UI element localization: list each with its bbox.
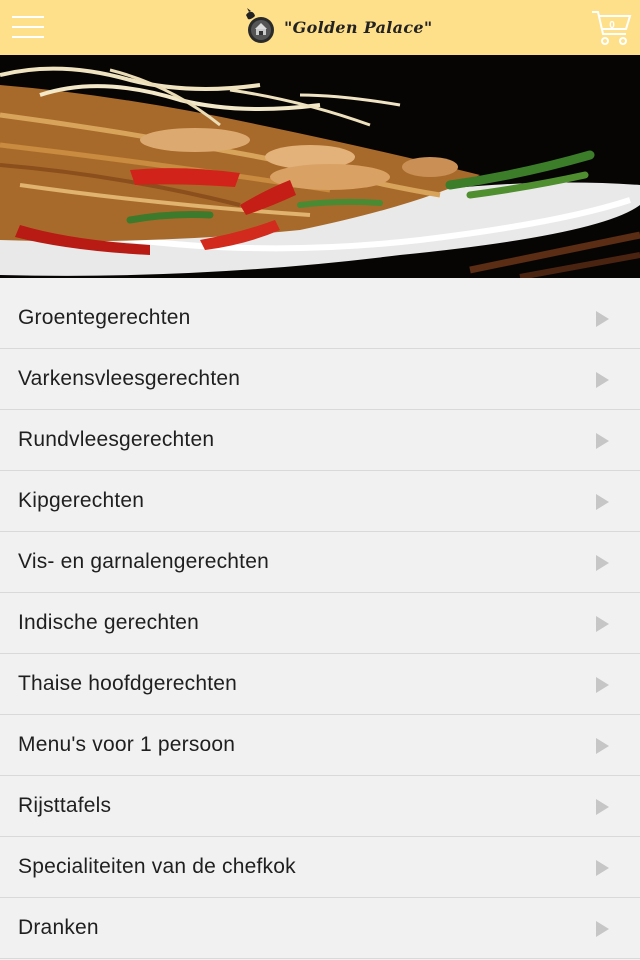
category-label: Vis- en garnalengerechten: [18, 550, 269, 573]
cart-count-badge: 0: [609, 20, 615, 31]
chevron-right-icon: [596, 494, 609, 510]
menu-bar: [12, 36, 44, 38]
category-label: Rijsttafels: [18, 794, 112, 817]
category-row-indische-gerechten[interactable]: Indische gerechten: [0, 593, 640, 654]
chevron-right-icon: [596, 738, 609, 754]
category-row-groentegerechten[interactable]: Groentegerechten: [0, 288, 640, 349]
chevron-right-icon: [596, 799, 609, 815]
category-row-kipgerechten[interactable]: Kipgerechten: [0, 471, 640, 532]
category-label: Dranken: [18, 916, 99, 939]
noodle-dish-illustration: [0, 55, 640, 278]
category-label: Indische gerechten: [18, 611, 200, 634]
category-row-varkensvleesgerechten[interactable]: Varkensvleesgerechten: [0, 349, 640, 410]
chevron-right-icon: [596, 921, 609, 937]
chevron-right-icon: [596, 555, 609, 571]
category-row-vis-en-garnalengerechten[interactable]: Vis- en garnalengerechten: [0, 532, 640, 593]
menu-bar: [12, 16, 44, 18]
chevron-right-icon: [596, 311, 609, 327]
category-label: Thaise hoofdgerechten: [18, 672, 238, 695]
shopping-cart-button[interactable]: 0: [590, 8, 634, 48]
category-row-specialiteiten-van-de-chefkok[interactable]: Specialiteiten van de chefkok: [0, 837, 640, 898]
category-row-rundvleesgerechten[interactable]: Rundvleesgerechten: [0, 410, 640, 471]
category-label: Kipgerechten: [18, 489, 145, 512]
category-row-menus-voor-1-persoon[interactable]: Menu's voor 1 persoon: [0, 715, 640, 776]
chevron-right-icon: [596, 433, 609, 449]
category-row-dranken[interactable]: Dranken: [0, 898, 640, 959]
chevron-right-icon: [596, 860, 609, 876]
menu-category-list: Groentegerechten Varkensvleesgerechten R…: [0, 288, 640, 959]
palace-emblem-icon: [246, 8, 274, 43]
category-row-rijsttafels[interactable]: Rijsttafels: [0, 776, 640, 837]
category-label: Varkensvleesgerechten: [18, 367, 241, 390]
app-header: "Golden Palace" 0: [0, 0, 640, 55]
chevron-right-icon: [596, 372, 609, 388]
menu-bar: [12, 26, 44, 28]
chevron-right-icon: [596, 677, 609, 693]
brand-name: "Golden Palace": [284, 17, 433, 37]
hero-food-image: [0, 55, 640, 278]
category-label: Menu's voor 1 persoon: [18, 733, 236, 756]
chevron-right-icon: [596, 616, 609, 632]
category-label: Groentegerechten: [18, 306, 191, 329]
brand-logo[interactable]: "Golden Palace": [240, 7, 433, 47]
hamburger-menu-button[interactable]: [12, 14, 44, 40]
category-row-thaise-hoofdgerechten[interactable]: Thaise hoofdgerechten: [0, 654, 640, 715]
category-label: Rundvleesgerechten: [18, 428, 215, 451]
category-label: Specialiteiten van de chefkok: [18, 855, 296, 878]
